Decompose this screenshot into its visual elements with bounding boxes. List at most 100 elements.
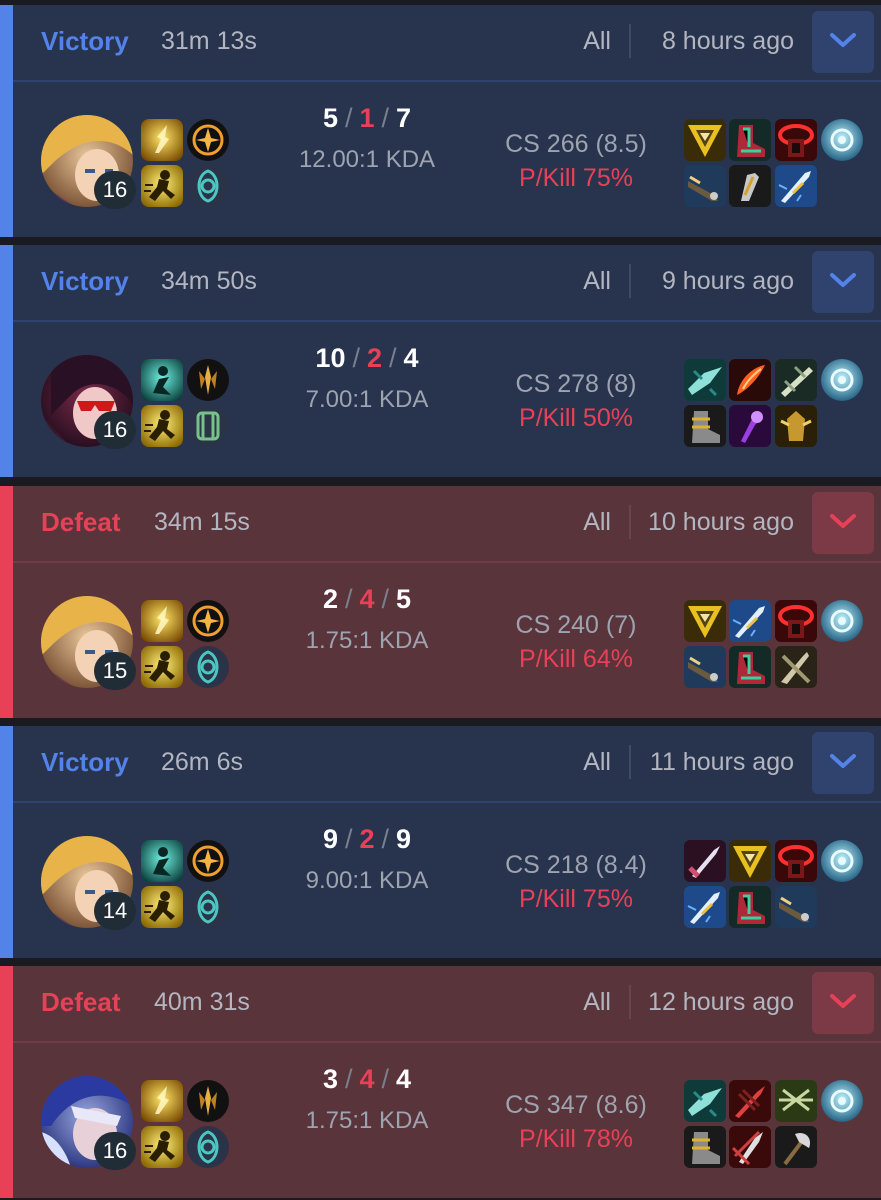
resolve-secondary-rune-icon[interactable] xyxy=(187,165,229,207)
match-card[interactable]: Defeat 34m 15s All 10 hours ago 15 2/4/5… xyxy=(0,486,881,718)
champion-level-badge: 16 xyxy=(94,171,136,209)
navori-quickblades-icon[interactable] xyxy=(775,165,817,207)
chevron-down-icon xyxy=(828,30,858,55)
haste-spell-icon[interactable] xyxy=(141,359,183,401)
berserkers-greaves-icon[interactable] xyxy=(684,405,726,447)
ghost-spell-icon[interactable] xyxy=(141,1126,183,1168)
axe-item-icon[interactable] xyxy=(775,1126,817,1168)
void-staff-icon[interactable] xyxy=(729,405,771,447)
stealth-ward-icon[interactable] xyxy=(821,840,863,882)
bloodthirster-icon[interactable] xyxy=(729,1080,771,1122)
queue-type: All xyxy=(583,988,611,1016)
berserkers-greaves-icon[interactable] xyxy=(684,1126,726,1168)
match-header: Victory 34m 50s All 9 hours ago xyxy=(13,245,881,322)
deaths: 4 xyxy=(359,1064,375,1094)
lethal-tempo-rune-icon[interactable] xyxy=(187,359,229,401)
stealth-ward-icon[interactable] xyxy=(821,359,863,401)
champion-level-badge: 15 xyxy=(94,652,136,690)
match-result: Defeat xyxy=(41,507,121,537)
flash-spell-icon[interactable] xyxy=(141,600,183,642)
ghost-spell-icon[interactable] xyxy=(141,646,183,688)
statikk-shiv-icon[interactable] xyxy=(729,165,771,207)
match-duration: 34m 15s xyxy=(154,508,250,536)
result-color-bar xyxy=(0,726,13,958)
kills: 5 xyxy=(322,103,338,133)
creep-score: CS 278 (8) xyxy=(515,370,637,398)
stealth-ward-icon[interactable] xyxy=(821,600,863,642)
match-result: Victory xyxy=(41,747,129,777)
sword-item-icon[interactable] xyxy=(775,646,817,688)
queue-type: All xyxy=(583,748,611,776)
rapid-firecannon-icon[interactable] xyxy=(684,646,726,688)
navori-quickblades-icon[interactable] xyxy=(684,886,726,928)
match-card[interactable]: Defeat 40m 31s All 12 hours ago 16 3/4/4… xyxy=(0,966,881,1198)
assists: 7 xyxy=(396,103,412,133)
flash-spell-icon[interactable] xyxy=(141,1080,183,1122)
conqueror-rune-icon[interactable] xyxy=(187,600,229,642)
inspiration-secondary-rune-icon[interactable] xyxy=(187,405,229,447)
rapid-firecannon-icon[interactable] xyxy=(775,886,817,928)
conqueror-rune-icon[interactable] xyxy=(187,840,229,882)
guardian-angel-icon[interactable] xyxy=(775,405,817,447)
queue-type: All xyxy=(583,267,611,295)
expand-match-button[interactable] xyxy=(812,732,874,794)
expand-match-button[interactable] xyxy=(812,972,874,1034)
trinity-force-icon[interactable] xyxy=(729,840,771,882)
chevron-down-icon xyxy=(828,270,858,295)
match-card[interactable]: Victory 26m 6s All 11 hours ago 14 9/2/9… xyxy=(0,726,881,958)
mercury-treads-icon[interactable] xyxy=(729,886,771,928)
lethal-tempo-rune-icon[interactable] xyxy=(187,1080,229,1122)
assists: 9 xyxy=(396,824,412,854)
flash-spell-icon[interactable] xyxy=(141,119,183,161)
assists: 5 xyxy=(396,584,412,614)
resolve-secondary-rune-icon[interactable] xyxy=(187,646,229,688)
resolve-secondary-rune-icon[interactable] xyxy=(187,886,229,928)
trinity-force-icon[interactable] xyxy=(684,119,726,161)
result-color-bar xyxy=(0,245,13,477)
champion-level-badge: 16 xyxy=(94,1132,136,1170)
trinity-force-icon[interactable] xyxy=(684,600,726,642)
mercury-treads-icon[interactable] xyxy=(729,646,771,688)
navori-quickblades-icon[interactable] xyxy=(729,600,771,642)
ghost-spell-icon[interactable] xyxy=(141,405,183,447)
expand-match-button[interactable] xyxy=(812,11,874,73)
long-sword-icon[interactable] xyxy=(684,840,726,882)
expand-match-button[interactable] xyxy=(812,492,874,554)
ghost-spell-icon[interactable] xyxy=(141,886,183,928)
stealth-ward-icon[interactable] xyxy=(821,119,863,161)
match-card[interactable]: Victory 31m 13s All 8 hours ago 16 5/1/7… xyxy=(0,5,881,237)
runaans-hurricane-icon[interactable] xyxy=(775,1080,817,1122)
kill-participation: P/Kill 75% xyxy=(519,164,633,192)
time-ago: 8 hours ago xyxy=(661,27,794,55)
conqueror-rune-icon[interactable] xyxy=(187,119,229,161)
header-divider xyxy=(629,264,631,298)
ghost-spell-icon[interactable] xyxy=(141,165,183,207)
sunfire-aegis-icon[interactable] xyxy=(775,119,817,161)
resolve-secondary-rune-icon[interactable] xyxy=(187,1126,229,1168)
sunfire-aegis-icon[interactable] xyxy=(775,840,817,882)
kill-participation: P/Kill 64% xyxy=(519,645,633,673)
rapid-firecannon-icon[interactable] xyxy=(684,165,726,207)
haste-spell-icon[interactable] xyxy=(141,840,183,882)
infinity-edge-icon[interactable] xyxy=(729,359,771,401)
kraken-slayer-icon[interactable] xyxy=(684,1080,726,1122)
stealth-ward-icon[interactable] xyxy=(821,1080,863,1122)
mercury-treads-icon[interactable] xyxy=(729,119,771,161)
sunfire-aegis-icon[interactable] xyxy=(775,600,817,642)
kraken-slayer-icon[interactable] xyxy=(684,359,726,401)
expand-match-button[interactable] xyxy=(812,251,874,313)
blade-of-ruined-king-icon[interactable] xyxy=(729,1126,771,1168)
time-ago: 9 hours ago xyxy=(661,267,794,295)
kill-participation: P/Kill 78% xyxy=(519,1125,633,1153)
match-card[interactable]: Victory 34m 50s All 9 hours ago 16 10/2/… xyxy=(0,245,881,477)
match-result: Victory xyxy=(41,266,129,296)
creep-score: CS 240 (7) xyxy=(515,611,637,639)
chevron-down-icon xyxy=(828,511,858,536)
header-divider xyxy=(629,505,631,539)
lord-dominiks-icon[interactable] xyxy=(775,359,817,401)
result-color-bar xyxy=(0,5,13,237)
queue-type: All xyxy=(583,27,611,55)
kda-separator: / xyxy=(344,584,353,614)
kills: 10 xyxy=(315,343,346,373)
result-color-bar xyxy=(0,966,13,1198)
